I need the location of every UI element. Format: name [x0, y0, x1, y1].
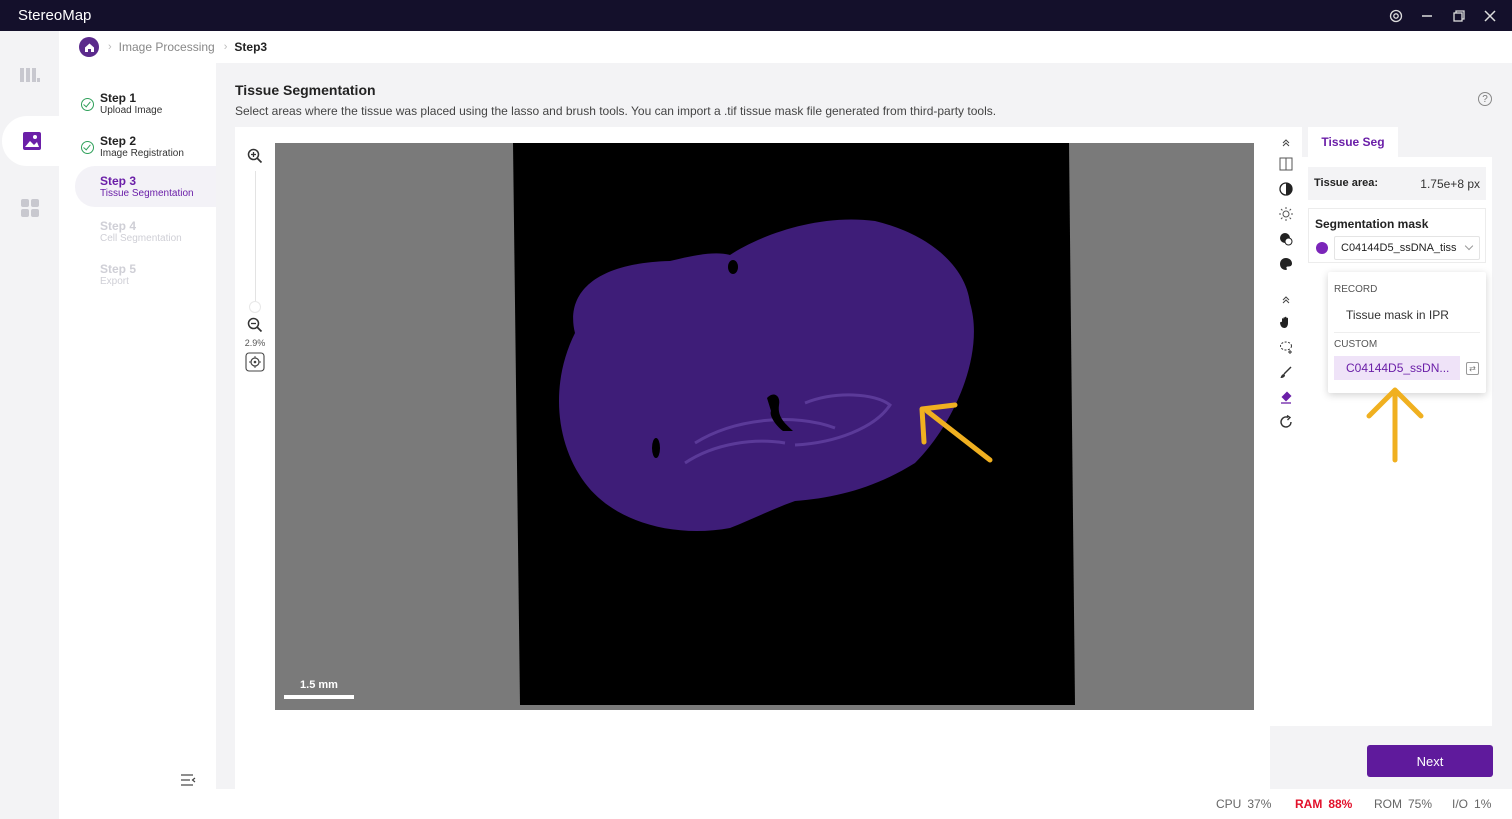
step-subtitle: Cell Segmentation [100, 233, 182, 244]
scale-bar-label: 1.5 mm [300, 679, 338, 691]
page-title: Tissue Segmentation [235, 82, 376, 98]
chevron-right-icon: › [108, 41, 112, 53]
rail-map-view[interactable] [0, 50, 59, 100]
ram-stat: RAM 88% [1295, 797, 1353, 811]
mask-color-dot[interactable] [1316, 242, 1328, 254]
collapse-menu-icon[interactable] [179, 771, 197, 789]
zoom-level: 2.9% [244, 338, 266, 348]
tissue-area-value: 1.75e+8 px [1420, 177, 1480, 191]
mask-select-value: C04144D5_ssDNA_tiss [1341, 242, 1457, 254]
tab-tissue-seg[interactable]: Tissue Seg [1308, 127, 1398, 157]
segmentation-mask-select[interactable]: C04144D5_ssDNA_tiss [1334, 236, 1480, 260]
tissue-image [513, 143, 1075, 705]
zoom-slider-handle[interactable] [249, 301, 261, 313]
image-icon [22, 132, 41, 150]
breadcrumb-current: Step3 [234, 40, 268, 54]
main-content: Tissue Segmentation Select areas where t… [216, 63, 1512, 790]
cpu-stat: CPU 37% [1216, 797, 1272, 811]
tool-strip [1270, 127, 1302, 726]
step-3[interactable]: Step 3 Tissue Segmentation [75, 166, 216, 207]
annotation-arrow [1366, 387, 1424, 463]
scale-bar: 1.5 mm [284, 679, 354, 701]
rom-stat: ROM 75% [1374, 797, 1433, 811]
zoom-in-icon[interactable] [247, 148, 263, 164]
page-description: Select areas where the tissue was placed… [235, 104, 997, 118]
chevron-right-icon: › [223, 41, 228, 53]
close-icon[interactable] [1479, 5, 1501, 27]
zoom-out-icon[interactable] [247, 317, 263, 333]
dropdown-record-item[interactable]: Tissue mask in IPR [1346, 308, 1449, 322]
dropdown-custom-header: CUSTOM [1334, 339, 1378, 350]
check-circle-icon [81, 98, 94, 111]
help-icon[interactable]: ? [1478, 92, 1492, 106]
tissue-area-row: Tissue area: 1.75e+8 px [1308, 167, 1486, 200]
segmentation-mask-label: Segmentation mask [1315, 217, 1429, 231]
step-subtitle: Export [100, 276, 129, 287]
io-stat: I/O 1% [1452, 797, 1492, 811]
restore-icon[interactable] [1448, 5, 1470, 27]
step-2[interactable]: Step 2 Image Registration [75, 128, 216, 168]
tissue-image-canvas[interactable]: 1.5 mm [275, 143, 1254, 710]
home-icon[interactable] [79, 37, 99, 57]
replace-icon[interactable]: ⇄ [1466, 362, 1479, 375]
zoom-controls: 2.9% [235, 127, 275, 790]
step-title: Step 1 [100, 91, 137, 105]
tissue-area-label: Tissue area: [1314, 177, 1379, 189]
dropdown-divider [1334, 332, 1480, 333]
step-subtitle: Tissue Segmentation [100, 188, 194, 199]
eraser-icon[interactable] [1277, 388, 1295, 406]
image-viewer: 2.9% 1.5 mm [235, 127, 1270, 790]
app-title: StereoMap [18, 7, 92, 24]
step-title: Step 2 [100, 134, 137, 148]
settings-icon[interactable] [1385, 5, 1407, 27]
mask-dropdown: RECORD Tissue mask in IPR CUSTOM C04144D… [1328, 272, 1486, 393]
rail-apps[interactable] [0, 183, 59, 233]
dropdown-custom-item[interactable]: C04144D5_ssDN... [1334, 356, 1460, 380]
step-4: Step 4 Cell Segmentation [75, 213, 216, 253]
step-1[interactable]: Step 1 Upload Image [75, 85, 216, 125]
hand-icon[interactable] [1277, 313, 1295, 331]
contrast-icon[interactable] [1277, 180, 1295, 198]
steps-panel: Step 1 Upload Image Step 2 Image Registr… [59, 63, 216, 789]
rail-image-processing[interactable] [2, 116, 61, 166]
lasso-icon[interactable] [1277, 338, 1295, 356]
breadcrumb-image-processing[interactable]: Image Processing [119, 40, 215, 54]
step-subtitle: Image Registration [100, 148, 184, 159]
status-bar: CPU 37% RAM 88% ROM 75% I/O 1% [59, 789, 1512, 819]
nav-rail [0, 31, 61, 819]
scale-bar-line [284, 695, 354, 699]
chevron-down-icon [1464, 241, 1474, 251]
map-icon [19, 68, 40, 82]
segmentation-mask-box: Segmentation mask C04144D5_ssDNA_tiss [1308, 208, 1486, 263]
collapse-up-icon[interactable] [1277, 133, 1295, 151]
collapse-up-icon[interactable] [1277, 290, 1295, 308]
brightness-icon[interactable] [1277, 205, 1295, 223]
step-title: Step 5 [100, 262, 137, 276]
check-circle-icon [81, 141, 94, 154]
recenter-icon[interactable] [245, 352, 265, 372]
palette-icon[interactable] [1277, 255, 1295, 273]
step-subtitle: Upload Image [100, 105, 163, 116]
step-5: Step 5 Export [75, 256, 216, 296]
channel-split-icon[interactable] [1277, 155, 1295, 173]
next-button[interactable]: Next [1367, 745, 1493, 777]
panel-tabs: Tissue Seg [1302, 127, 1492, 157]
step-title: Step 4 [100, 219, 137, 233]
color-icon[interactable] [1277, 230, 1295, 248]
breadcrumb: › Image Processing › Step3 [59, 31, 1512, 63]
zoom-slider-track[interactable] [255, 171, 256, 311]
title-bar: StereoMap [0, 0, 1512, 31]
step-title: Step 3 [100, 174, 137, 188]
minimize-icon[interactable] [1416, 5, 1438, 27]
rotate-icon[interactable] [1277, 413, 1295, 431]
dropdown-record-header: RECORD [1334, 284, 1378, 295]
apps-icon [20, 199, 39, 217]
brush-icon[interactable] [1277, 363, 1295, 381]
